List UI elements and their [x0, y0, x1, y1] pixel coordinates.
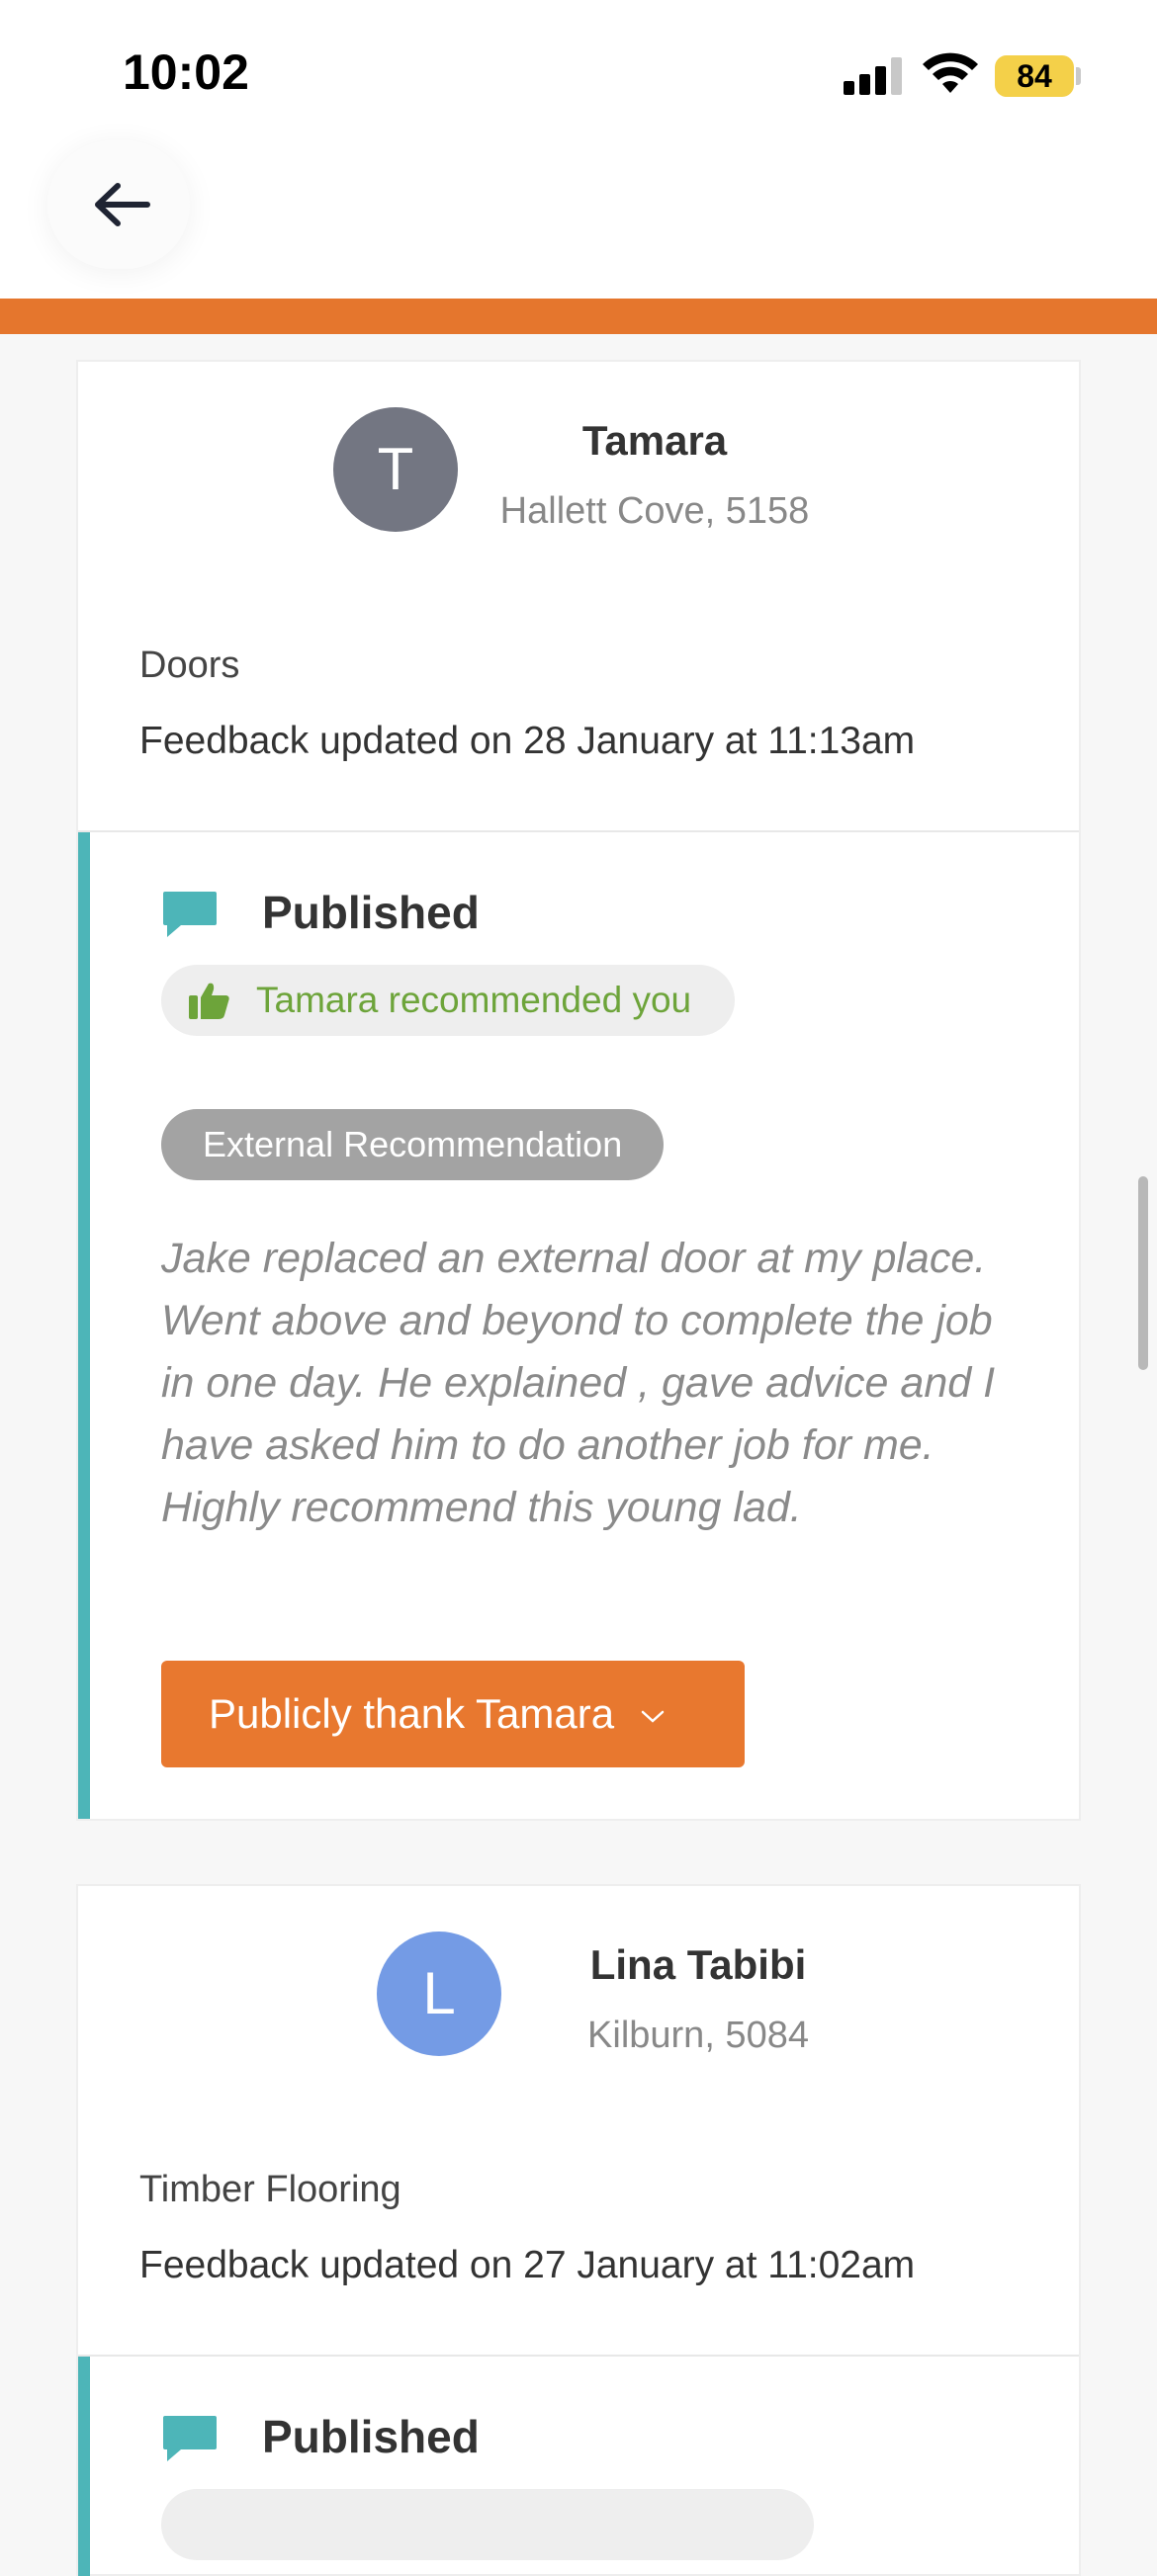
chat-icon — [163, 2416, 217, 2461]
reviewer-location: Hallett Cove, 5158 — [499, 490, 810, 532]
review-card: T Tamara Hallett Cove, 5158 Doors Feedba… — [76, 360, 1081, 1821]
job-category: Doors — [139, 644, 240, 686]
feedback-updated: Feedback updated on 28 January at 11:13a… — [139, 720, 916, 762]
reviewer-name: Tamara — [581, 417, 728, 464]
feedback-updated: Feedback updated on 27 January at 11:02a… — [139, 2244, 916, 2286]
avatar: L — [377, 1932, 501, 2056]
review-header: L Lina Tabibi Kilburn, 5084 Timber Floor… — [78, 1886, 1079, 2357]
battery-icon: 84 — [995, 55, 1074, 97]
signal-icon — [844, 57, 905, 95]
thumbs-up-icon — [189, 983, 229, 1019]
publicly-thank-button[interactable]: Publicly thank Tamara — [161, 1661, 745, 1767]
review-body: Published Tamara recommended you Externa… — [78, 832, 1079, 1819]
chat-icon — [163, 892, 217, 937]
reviewer-location: Kilburn, 5084 — [587, 2015, 809, 2056]
status-time: 10:02 — [123, 44, 249, 100]
review-card: L Lina Tabibi Kilburn, 5084 Timber Floor… — [76, 1884, 1081, 2576]
external-recommendation-badge: External Recommendation — [161, 1109, 665, 1180]
status-label: Published — [262, 887, 480, 938]
chevron-down-icon — [641, 1710, 665, 1723]
review-text: Jake replaced an external door at my pla… — [161, 1235, 996, 1531]
status-label: Published — [262, 2411, 480, 2462]
reviewer-name: Lina Tabibi — [589, 1941, 807, 1988]
wifi-icon — [923, 52, 978, 93]
thank-button-label: Publicly thank Tamara — [209, 1690, 615, 1737]
review-header: T Tamara Hallett Cove, 5158 Doors Feedba… — [78, 362, 1079, 832]
recommendation-pill: Tamara recommended you — [161, 965, 736, 1036]
scrollbar[interactable] — [1138, 1176, 1148, 1370]
back-button[interactable] — [47, 140, 190, 269]
arrow-left-icon — [95, 183, 150, 226]
avatar: T — [333, 407, 458, 532]
recommendation-pill — [161, 2489, 814, 2560]
status-bar: 10:02 84 — [0, 0, 1157, 138]
battery-tip — [1076, 67, 1081, 85]
recommendation-text: Tamara recommended you — [256, 980, 692, 1020]
review-body: Published — [78, 2357, 1079, 2576]
job-category: Timber Flooring — [139, 2169, 401, 2210]
accent-bar — [0, 299, 1157, 334]
